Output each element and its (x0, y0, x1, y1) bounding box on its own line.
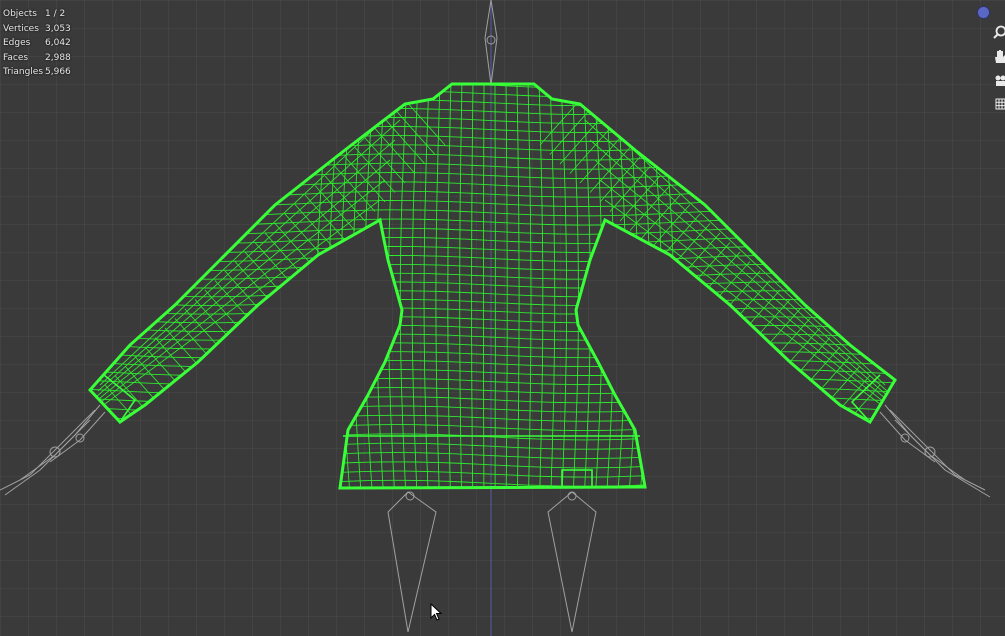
right-hand-bones (879, 404, 991, 498)
stats-label: Edges (3, 38, 31, 49)
mesh-edge (90, 199, 381, 416)
mesh-edge (99, 99, 406, 386)
stats-triangles: Triangles 5,966 (3, 65, 71, 80)
stats-value: 5,966 (45, 67, 71, 78)
stats-value: 6,042 (45, 38, 71, 49)
mesh-edge (589, 139, 890, 398)
stats-label: Faces (3, 52, 29, 63)
stats-objects: Objects 1 / 2 (3, 7, 71, 22)
stats-vertices: Vertices 3,053 (3, 22, 71, 37)
stats-value: 2,988 (45, 52, 71, 63)
mesh-edge (584, 119, 888, 392)
stats-label: Objects (3, 9, 38, 19)
grid-icon (995, 98, 1005, 110)
stats-label: Triangles (3, 67, 44, 78)
stats-edges: Edges 6,042 (3, 36, 71, 51)
viewport-statistics: Objects 1 / 2 Vertices 3,053 Edges 6,042… (3, 7, 71, 80)
mesh-edge (599, 179, 894, 410)
camera-button[interactable] (993, 72, 1005, 88)
left-hand-bones (0, 404, 106, 496)
mesh-edge (648, 84, 663, 488)
zoom-button[interactable] (993, 24, 1005, 40)
stats-value: 3,053 (45, 23, 71, 34)
perspective-grid-button[interactable] (993, 96, 1005, 112)
mouse-cursor-icon (430, 603, 442, 621)
stats-faces: Faces 2,988 (3, 51, 71, 66)
mesh-edge (328, 84, 342, 488)
mesh-edge (91, 179, 386, 410)
mesh-edge (97, 119, 401, 392)
hand-icon (995, 50, 1005, 63)
navigation-gizmo (975, 0, 1005, 120)
mesh-edge (316, 84, 331, 488)
axis-gizmo-dot[interactable] (977, 6, 990, 19)
stats-value: 1 / 2 (45, 9, 66, 19)
mesh-edge (93, 159, 391, 404)
mesh-edge (659, 84, 674, 488)
mesh-edge (95, 139, 396, 398)
mesh-edge (594, 159, 892, 404)
stats-label: Vertices (3, 23, 39, 34)
mesh-edge (604, 199, 895, 416)
camera-icon (995, 75, 1005, 86)
sweater-wireframe (90, 84, 895, 488)
scene-canvas (0, 0, 991, 636)
pan-button[interactable] (993, 48, 1005, 64)
3d-viewport[interactable]: Objects 1 / 2 Vertices 3,053 Edges 6,042… (0, 0, 1005, 636)
mesh-edge (637, 84, 651, 488)
magnifier-icon (993, 25, 1005, 39)
